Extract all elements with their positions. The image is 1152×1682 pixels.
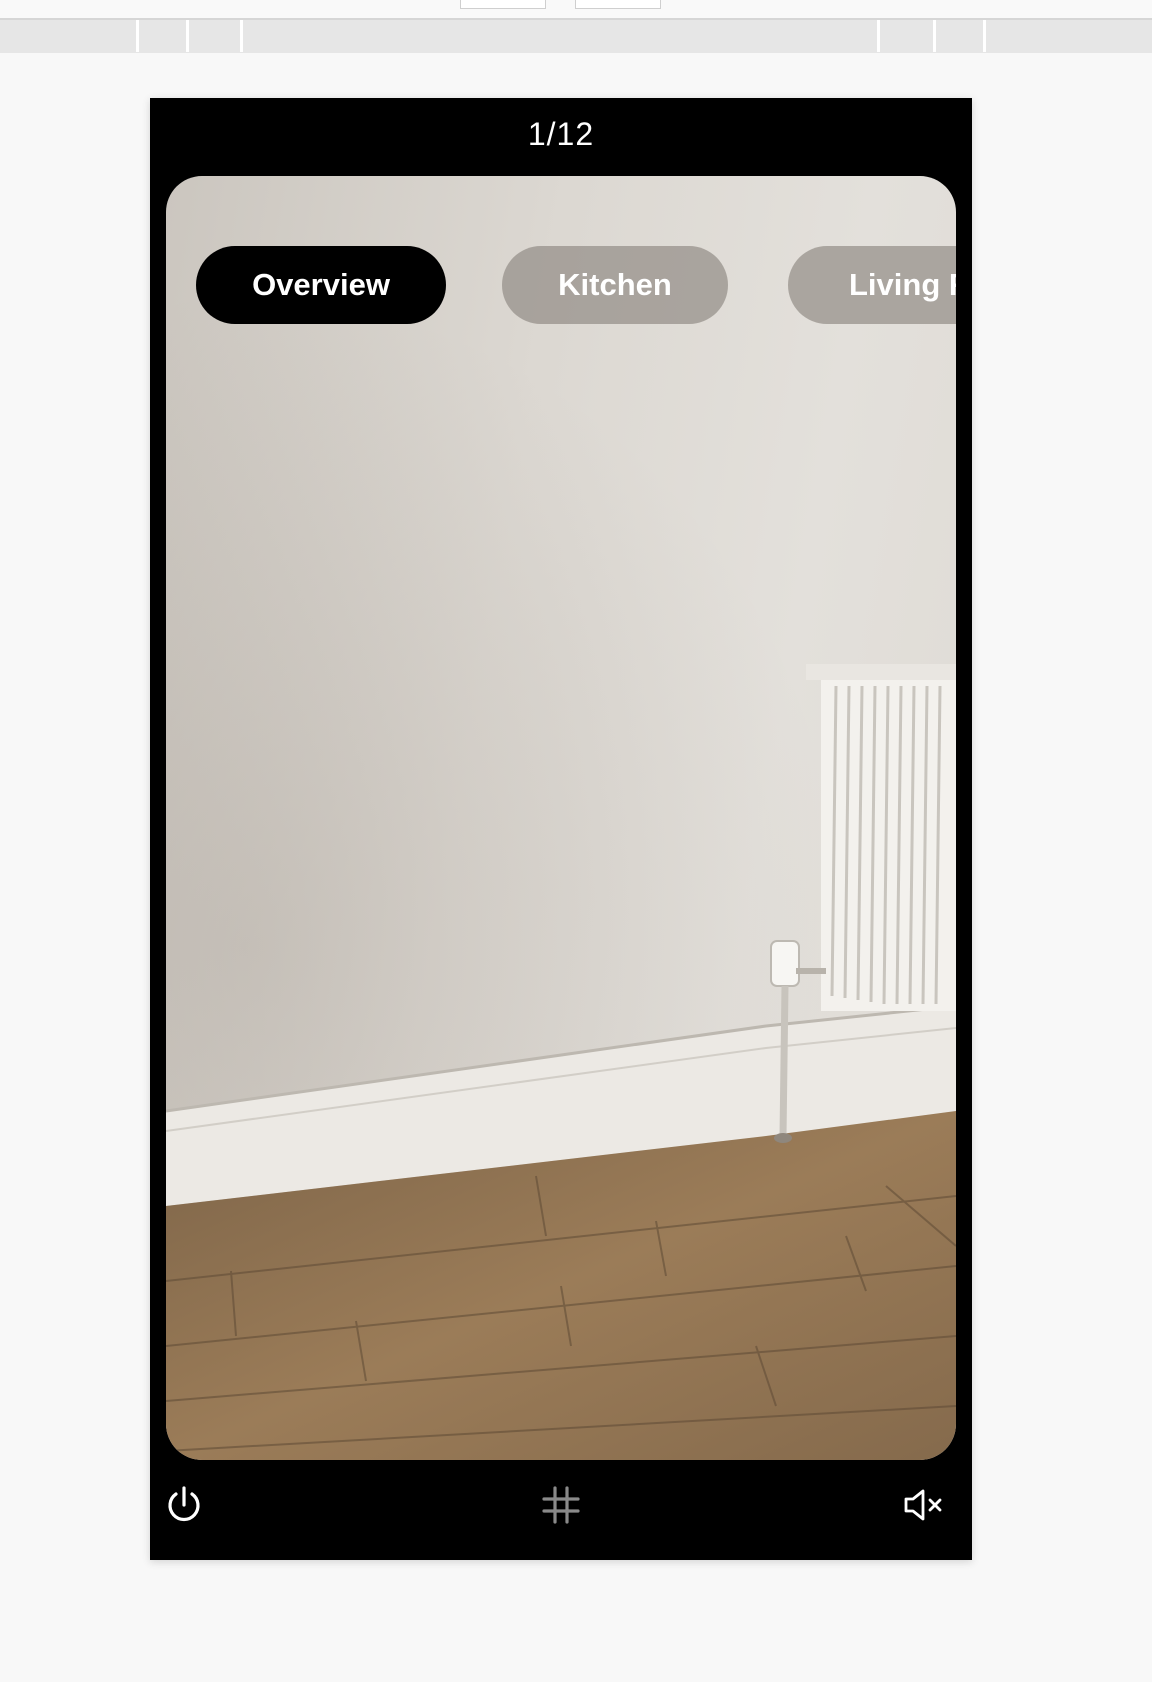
toolbar-separator (933, 20, 936, 52)
video-player: 1/12 Overview Kitchen Living (150, 98, 972, 1560)
mute-button[interactable] (893, 1474, 955, 1536)
toolbar-field-right[interactable] (575, 0, 661, 9)
radiator-valve (770, 940, 800, 987)
browser-top-strip (0, 0, 1152, 20)
tab-overview[interactable]: Overview (196, 246, 446, 324)
toolbar-separator (877, 20, 880, 52)
tab-kitchen[interactable]: Kitchen (502, 246, 728, 324)
player-controls (150, 1474, 972, 1536)
tab-living-room[interactable]: Living R (788, 246, 956, 324)
slide-counter: 1/12 (527, 116, 595, 152)
browser-toolbar (0, 20, 1152, 53)
tab-living-room-label: Living R (849, 267, 956, 302)
power-button[interactable] (153, 1474, 215, 1536)
volume-muted-icon (904, 1489, 942, 1521)
toolbar-separator (240, 20, 243, 52)
toolbar-field-left[interactable] (460, 0, 546, 9)
toolbar-separator (136, 20, 139, 52)
tab-kitchen-label: Kitchen (558, 267, 672, 302)
room-tabs: Overview Kitchen Living R (196, 246, 956, 324)
toolbar-separator (186, 20, 189, 52)
grid-button[interactable] (530, 1474, 592, 1536)
toolbar-separator (983, 20, 986, 52)
power-icon (168, 1486, 200, 1522)
hash-grid-icon (542, 1486, 580, 1524)
room-scene (166, 664, 956, 1460)
room-video-frame[interactable]: Overview Kitchen Living R (166, 176, 956, 1460)
tab-overview-label: Overview (252, 267, 390, 302)
